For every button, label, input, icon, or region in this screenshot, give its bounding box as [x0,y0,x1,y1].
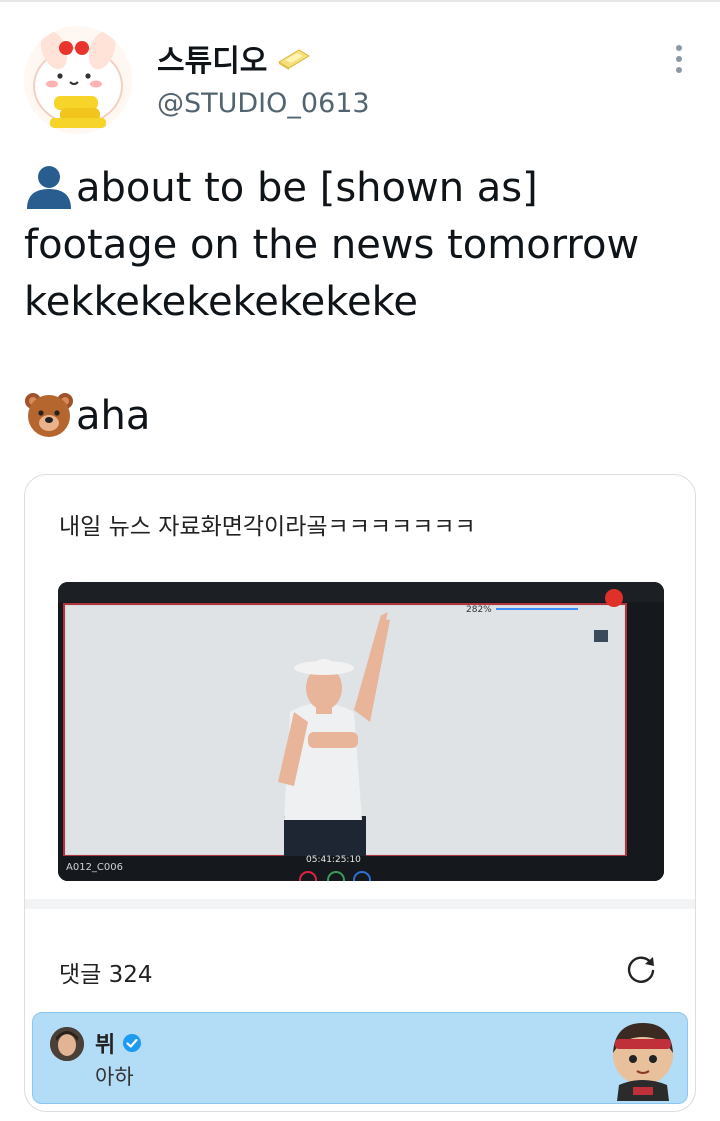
more-options-icon[interactable] [664,44,694,74]
butter-icon [278,49,311,70]
tweet-line-2: footage on the news tomorrow [24,222,640,268]
display-name-row[interactable]: 스튜디오 [157,36,311,80]
tweet-text: about to be [shown as] footage on the ne… [24,160,696,445]
embedded-post-card[interactable]: 내일 뉴스 자료화면각이라곸ㅋㅋㅋㅋㅋㅋㅋ 282% A012_C006 05:… [24,474,696,1112]
video-thumbnail[interactable]: 282% A012_C006 05:41:25:10 [58,582,664,881]
tweet-line-4-text: aha [76,393,151,439]
comment-count: 댓글 324 [59,962,153,988]
verified-badge-icon [123,1034,142,1052]
top-divider [0,0,720,2]
card-divider [25,899,695,909]
embedded-post-text: 내일 뉴스 자료화면각이라곸ㅋㅋㅋㅋㅋㅋㅋ [59,514,476,540]
bunny-avatar-icon [24,26,132,134]
tweet-line-4: aha [24,388,696,445]
comment-author-row[interactable]: 뷔 [95,1027,142,1059]
display-name: 스튜디오 [157,44,268,79]
clip-label: A012_C006 [66,862,123,873]
character-sticker-icon [613,1023,673,1101]
monitor-footage-image: 282% A012_C006 05:41:25:10 [58,582,664,881]
profile-avatar[interactable] [24,26,132,134]
user-handle[interactable]: @STUDIO_0613 [157,88,370,119]
bear-face-icon [25,393,73,437]
tweet-line-1: about to be [shown as] [24,160,696,217]
comment-text: 아하 [95,1065,134,1089]
refresh-icon[interactable] [623,951,659,987]
comment-author-name: 뷔 [95,1033,116,1058]
tweet-line-1-text: about to be [shown as] [76,165,538,211]
tweet-line-3: kekkekekekekekeke [24,279,418,325]
person-silhouette-icon [27,166,71,209]
timecode: 05:41:25:10 [306,855,361,865]
person-photo-icon [50,1027,84,1061]
highlighted-comment[interactable]: 뷔 아하 [32,1012,688,1104]
comment-author-avatar[interactable] [50,1027,84,1061]
zoom-readout: 282% [466,605,492,615]
